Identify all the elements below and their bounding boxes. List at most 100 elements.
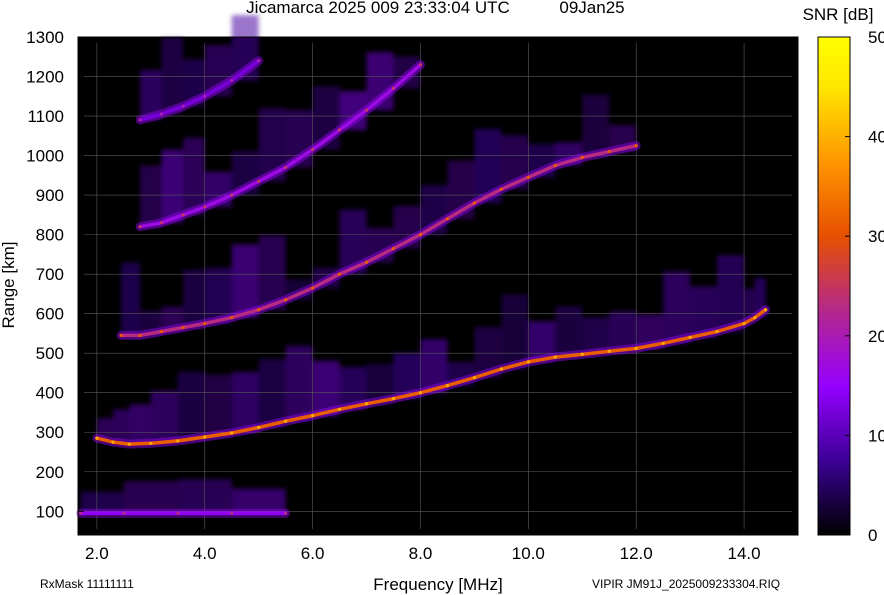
echo-point bbox=[661, 341, 665, 345]
x-tick-label: 10.0 bbox=[512, 544, 545, 563]
echo-point bbox=[634, 346, 638, 351]
echo-point bbox=[445, 217, 450, 221]
noise-patch bbox=[123, 481, 178, 514]
echo-point bbox=[391, 397, 396, 401]
echo-point bbox=[230, 431, 234, 435]
chart-date: 09Jan25 bbox=[559, 0, 624, 17]
echo-point bbox=[364, 260, 369, 264]
echo-point bbox=[445, 384, 450, 388]
echo-point bbox=[526, 360, 530, 364]
echo-point bbox=[203, 205, 207, 209]
colorbar: 0 10 20 30 40 50 bbox=[817, 28, 884, 545]
colorbar-tick-label: 20 bbox=[868, 327, 884, 346]
echo-point bbox=[257, 308, 261, 312]
echo-point bbox=[715, 329, 719, 334]
noise-patch bbox=[717, 255, 745, 332]
y-tick-label: 200 bbox=[36, 463, 64, 482]
x-tick-label: 4.0 bbox=[193, 544, 217, 563]
noise-patch bbox=[258, 359, 286, 428]
echo-point bbox=[391, 246, 396, 251]
noise-patch bbox=[121, 262, 141, 336]
echo-point bbox=[257, 179, 261, 183]
noise-patch bbox=[663, 271, 691, 344]
x-tick-label: 8.0 bbox=[409, 544, 433, 563]
y-tick-label: 400 bbox=[36, 384, 64, 403]
y-tick-label: 600 bbox=[36, 305, 64, 324]
echo-point bbox=[138, 225, 142, 229]
echo-point bbox=[159, 221, 164, 225]
y-tick-label: 900 bbox=[36, 186, 64, 205]
echo-point bbox=[257, 425, 261, 430]
colorbar-ticks: 0 10 20 30 40 50 bbox=[845, 28, 884, 545]
echo-point bbox=[181, 104, 185, 108]
echo-point bbox=[364, 402, 369, 406]
echo-point bbox=[311, 148, 315, 152]
echo-point bbox=[284, 419, 288, 423]
noise-patch bbox=[161, 37, 184, 115]
plot-area bbox=[76, 15, 799, 536]
echo-point bbox=[119, 333, 123, 338]
y-tick-label: 800 bbox=[36, 226, 64, 245]
echo-point bbox=[764, 308, 768, 312]
echo-point bbox=[203, 94, 207, 98]
echo-point bbox=[122, 511, 126, 515]
x-tick-label: 6.0 bbox=[301, 544, 325, 563]
echo-point bbox=[753, 316, 757, 320]
rxmask-label: RxMask 11111111 bbox=[40, 577, 134, 591]
chart-title: Jicamarca 2025 009 23:33:04 UTC bbox=[246, 0, 510, 17]
echo-point bbox=[159, 112, 164, 116]
echo-point bbox=[553, 355, 557, 359]
echo-point bbox=[230, 316, 234, 320]
echo-point bbox=[230, 511, 234, 515]
x-axis-label: Frequency [MHz] bbox=[373, 575, 502, 594]
echo-point bbox=[418, 63, 423, 67]
noise-patch bbox=[150, 390, 178, 444]
echo-point bbox=[311, 286, 315, 290]
echo-point bbox=[79, 511, 83, 515]
echo-point bbox=[284, 298, 288, 302]
noise-patch bbox=[285, 345, 313, 422]
colorbar-tick-label: 30 bbox=[868, 227, 884, 246]
colorbar-label: SNR [dB] bbox=[803, 5, 874, 24]
echo-point bbox=[472, 201, 477, 205]
echo-point bbox=[688, 335, 692, 339]
y-tick-label: 1200 bbox=[26, 68, 64, 87]
echo-point bbox=[138, 333, 142, 338]
y-tick-label: 1300 bbox=[26, 28, 64, 47]
echo-point bbox=[95, 436, 99, 440]
echo-point bbox=[418, 233, 423, 237]
x-tick-label: 2.0 bbox=[85, 544, 109, 563]
echo-point bbox=[472, 376, 477, 380]
echo-point bbox=[111, 440, 115, 444]
echo-point bbox=[181, 325, 185, 330]
colorbar-tick-label: 50 bbox=[868, 28, 884, 47]
y-tick-label: 1000 bbox=[26, 147, 64, 166]
echo-point bbox=[284, 165, 288, 170]
echo-point bbox=[418, 391, 423, 395]
echo-point bbox=[607, 349, 611, 353]
noise-patch bbox=[113, 409, 130, 443]
y-tick-label: 1100 bbox=[27, 107, 64, 126]
echo-point bbox=[127, 442, 131, 446]
echo-point bbox=[742, 321, 746, 326]
noise-patch bbox=[129, 404, 151, 445]
echo-point bbox=[337, 407, 342, 411]
noise-patch bbox=[183, 137, 205, 215]
noise-patch bbox=[501, 294, 529, 369]
colorbar-tick-label: 0 bbox=[868, 526, 877, 545]
file-label: VIPIR JM91J_2025009233304.RIQ bbox=[592, 577, 780, 591]
echo-point bbox=[499, 187, 503, 191]
colorbar-tick-label: 40 bbox=[868, 128, 884, 147]
echo-point bbox=[580, 155, 584, 160]
colorbar-tick-label: 10 bbox=[868, 426, 884, 445]
echo-point bbox=[230, 193, 234, 197]
echo-point bbox=[230, 78, 234, 83]
echo-point bbox=[526, 175, 530, 179]
echo-point bbox=[176, 511, 180, 515]
ionogram-chart: Jicamarca 2025 009 23:33:04 UTC 09Jan25 … bbox=[0, 0, 884, 594]
x-tick-label: 12.0 bbox=[620, 544, 653, 563]
echo-point bbox=[149, 441, 153, 445]
echo-point bbox=[159, 329, 164, 334]
echo-point bbox=[580, 352, 584, 356]
echo-point bbox=[257, 59, 261, 63]
